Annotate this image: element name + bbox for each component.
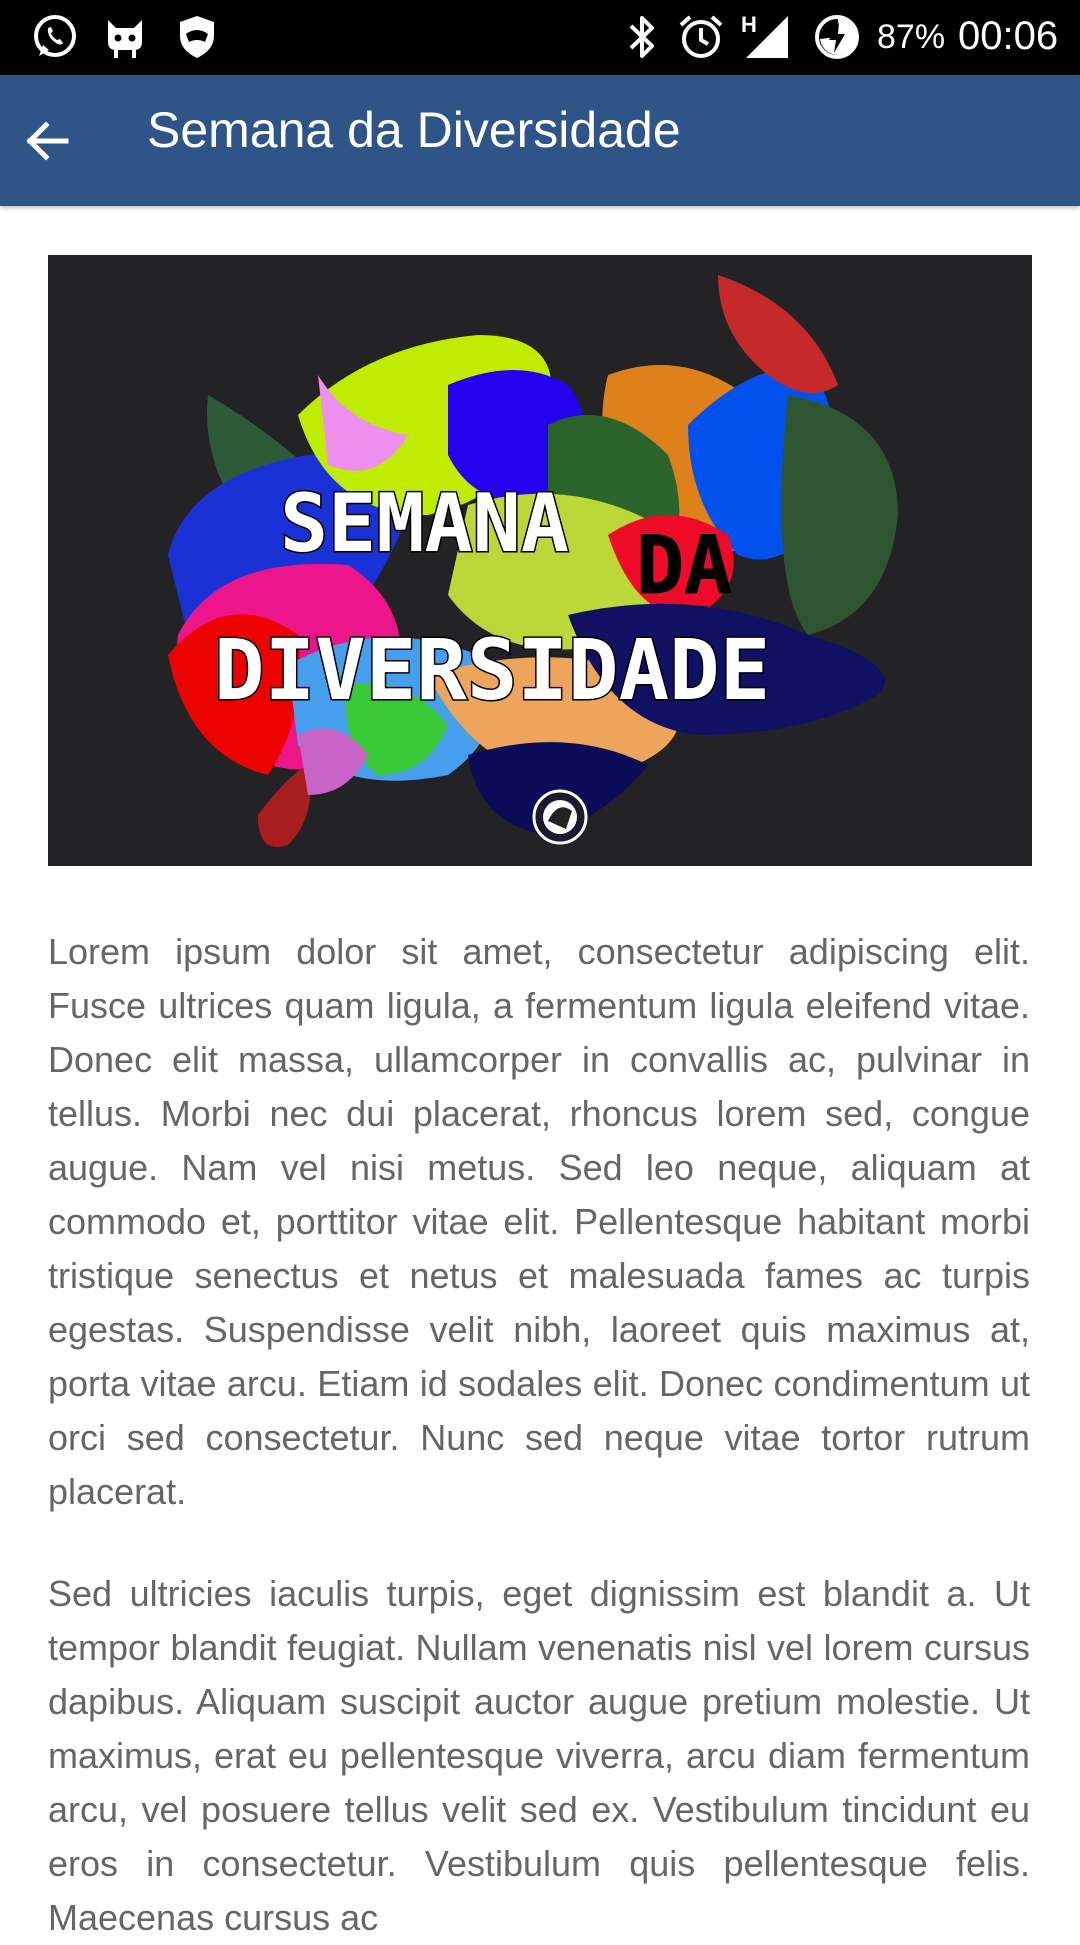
banner-line-1: SEMANA — [280, 477, 569, 570]
bluetooth-icon — [622, 12, 662, 67]
banner-seal-icon — [532, 789, 588, 845]
banner-artwork: SEMANA DA DIVERSIDADE — [48, 255, 1032, 866]
alarm-icon — [676, 12, 726, 67]
page-title: Semana da Diversidade — [147, 102, 681, 158]
battery-percentage: 87% — [877, 18, 946, 56]
status-bar: H 87% 00:06 — [0, 0, 1080, 75]
whatsapp-icon — [30, 12, 80, 67]
event-banner-image: SEMANA DA DIVERSIDADE — [48, 255, 1032, 866]
arrow-back-icon — [22, 117, 70, 170]
article-paragraph: Lorem ipsum dolor sit amet, consectetur … — [48, 931, 1030, 1512]
article-body: Lorem ipsum dolor sit amet, consectetur … — [48, 925, 1030, 1945]
shield-icon — [172, 12, 222, 67]
banner-line-2: DA — [636, 519, 732, 612]
signal-icon — [742, 12, 792, 67]
cyanogen-icon — [100, 12, 150, 67]
app-bar: Semana da Diversidade — [0, 75, 1080, 206]
clock: 00:06 — [958, 14, 1059, 58]
back-button[interactable] — [18, 115, 74, 171]
article-paragraph: Sed ultricies iaculis turpis, eget digni… — [48, 1573, 1030, 1938]
banner-line-3: DIVERSIDADE — [214, 621, 770, 719]
battery-charging-icon — [812, 12, 862, 67]
